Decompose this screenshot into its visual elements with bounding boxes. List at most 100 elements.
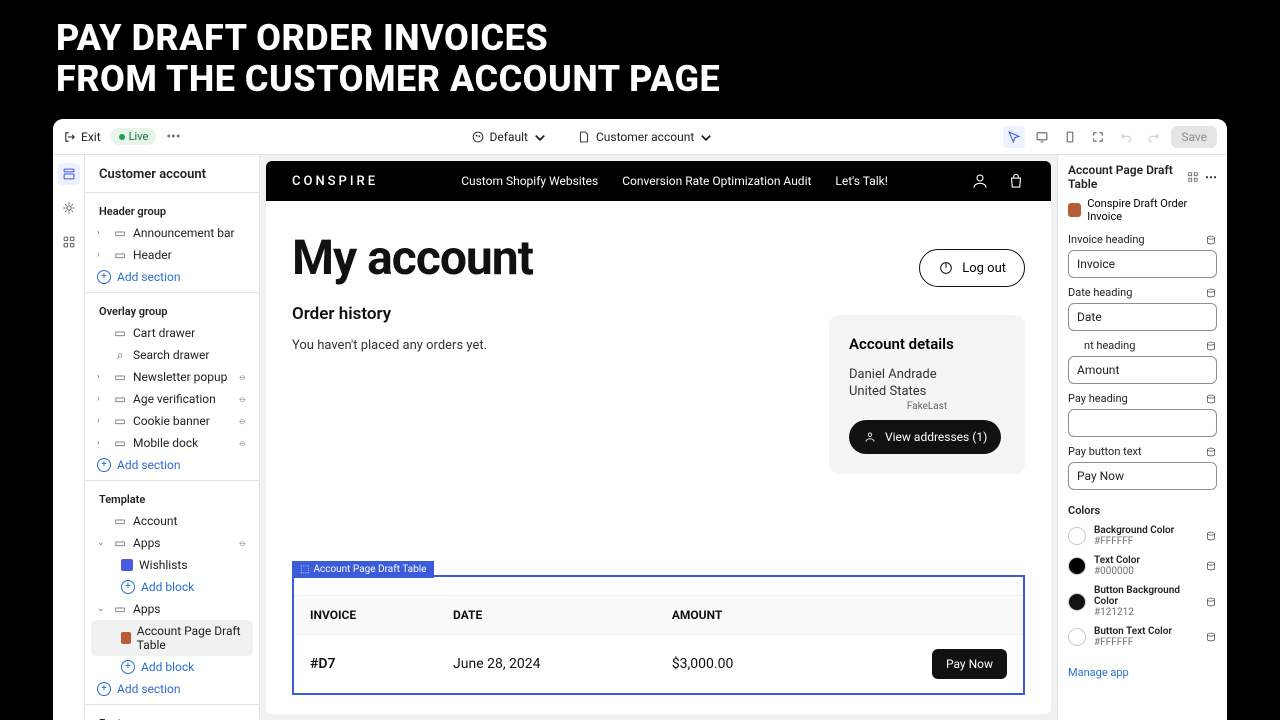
section-icon: ▭ xyxy=(113,248,127,262)
hero-line1: PAY DRAFT ORDER INVOICES xyxy=(56,18,720,59)
color-bg[interactable]: Background Color#FFFFFF xyxy=(1068,525,1217,547)
brand-logo[interactable]: CONSPIRE xyxy=(292,174,378,189)
dynamic-source-icon[interactable] xyxy=(1205,631,1217,643)
item-account[interactable]: ›▭Account xyxy=(91,510,253,532)
item-label: Header xyxy=(133,248,172,262)
pay-heading-input[interactable] xyxy=(1068,409,1217,437)
date-heading-label: Date heading xyxy=(1068,286,1217,299)
hero-line2: FROM THE CUSTOMER ACCOUNT PAGE xyxy=(56,59,720,100)
swatch-icon xyxy=(1068,527,1086,545)
exit-icon xyxy=(63,130,77,144)
app-block-icon xyxy=(121,559,133,571)
app-badge[interactable]: Conspire Draft Order Invoice xyxy=(1068,197,1217,223)
block-selection-tag[interactable]: ⬚ Account Page Draft Table xyxy=(292,561,434,578)
add-label: Add block xyxy=(141,580,194,594)
item-cart-drawer[interactable]: ›▭Cart drawer xyxy=(91,322,253,344)
grid-icon[interactable] xyxy=(1187,171,1199,183)
add-label: Add section xyxy=(117,458,181,472)
date-heading-input[interactable] xyxy=(1068,303,1217,331)
dynamic-source-icon[interactable] xyxy=(1205,287,1217,299)
customer-name: Daniel Andrade xyxy=(849,367,1005,382)
pay-button-input[interactable] xyxy=(1068,462,1217,490)
color-text[interactable]: Text Color#000000 xyxy=(1068,555,1217,577)
hidden-icon: ⦵ xyxy=(238,392,247,406)
chevron-down-icon xyxy=(699,130,713,144)
more-button[interactable]: ••• xyxy=(166,129,180,145)
add-block-2[interactable]: +Add block xyxy=(91,656,253,678)
color-btn-bg[interactable]: Button Background Color#121212 xyxy=(1068,585,1217,618)
table-row: #D7 June 28, 2024 $3,000.00 Pay Now xyxy=(294,635,1023,694)
color-btn-text[interactable]: Button Text Color#FFFFFF xyxy=(1068,626,1217,648)
nav-link[interactable]: Let's Talk! xyxy=(835,174,887,188)
item-newsletter[interactable]: ›▭Newsletter popup⦵ xyxy=(91,366,253,388)
section-icon: ▭ xyxy=(113,414,127,428)
customer-country: United States xyxy=(849,384,1005,399)
color-name: Text Color xyxy=(1094,555,1197,566)
mobile-view[interactable] xyxy=(1059,126,1081,148)
dynamic-source-icon[interactable] xyxy=(1205,234,1217,246)
hidden-icon: ⦵ xyxy=(238,370,247,384)
invoice-heading-input[interactable] xyxy=(1068,250,1217,278)
item-announcement-bar[interactable]: ›▭Announcement bar xyxy=(91,222,253,244)
bag-icon[interactable] xyxy=(1007,172,1025,190)
nav-link[interactable]: Conversion Rate Optimization Audit xyxy=(622,174,811,188)
hero-heading: PAY DRAFT ORDER INVOICES FROM THE CUSTOM… xyxy=(56,18,720,101)
logout-label: Log out xyxy=(962,261,1006,276)
add-section-overlay[interactable]: +Add section xyxy=(91,454,253,476)
color-hex: #FFFFFF xyxy=(1094,536,1197,547)
item-label: Account Page Draft Table xyxy=(137,624,247,652)
item-age-verification[interactable]: ›▭Age verification⦵ xyxy=(91,388,253,410)
dynamic-source-icon[interactable] xyxy=(1205,530,1217,542)
item-apps-1[interactable]: ⌄▭Apps⦵ xyxy=(91,532,253,554)
header-group-label: Header group xyxy=(91,197,253,222)
hidden-icon: ⦵ xyxy=(238,536,247,550)
draft-order-table: INVOICE DATE AMOUNT #D7 June 28, 2024 $3… xyxy=(292,575,1025,695)
dynamic-source-icon[interactable] xyxy=(1205,560,1217,572)
live-label: Live xyxy=(129,130,149,143)
manage-app-link[interactable]: Manage app xyxy=(1068,666,1129,679)
section-icon: ▭ xyxy=(113,602,127,616)
logout-button[interactable]: Log out xyxy=(919,249,1025,287)
add-section-template[interactable]: +Add section xyxy=(91,678,253,700)
fullscreen-view[interactable] xyxy=(1087,126,1109,148)
topbar-right: Save xyxy=(1003,126,1217,148)
dynamic-source-icon[interactable] xyxy=(1205,446,1217,458)
add-section-header[interactable]: +Add section xyxy=(91,266,253,288)
page-icon xyxy=(577,130,591,144)
section-icon: ▭ xyxy=(113,436,127,450)
item-apps-2[interactable]: ⌄▭Apps xyxy=(91,598,253,620)
item-header[interactable]: ›▭Header xyxy=(91,244,253,266)
nav-link[interactable]: Custom Shopify Websites xyxy=(461,174,598,188)
inspector-toggle[interactable] xyxy=(1003,126,1025,148)
swatch-icon xyxy=(1068,557,1086,575)
settings-rail[interactable] xyxy=(58,197,80,219)
template-dropdown[interactable]: Customer account xyxy=(577,130,713,144)
item-account-page-draft-table[interactable]: Account Page Draft Table xyxy=(91,620,253,656)
cart-icon: ▭ xyxy=(113,326,127,340)
style-dropdown[interactable]: Default xyxy=(471,130,547,144)
section-icon: ▭ xyxy=(113,392,127,406)
desktop-view[interactable] xyxy=(1031,126,1053,148)
undo-button[interactable] xyxy=(1115,126,1137,148)
dynamic-source-icon[interactable] xyxy=(1205,393,1217,405)
sections-rail[interactable] xyxy=(58,163,80,185)
item-cookie-banner[interactable]: ›▭Cookie banner⦵ xyxy=(91,410,253,432)
nav-rail xyxy=(53,155,85,720)
more-icon[interactable]: ⋯ xyxy=(1205,170,1217,184)
user-icon[interactable] xyxy=(971,172,989,190)
pay-now-button[interactable]: Pay Now xyxy=(932,649,1007,679)
rp-title-row: Account Page Draft Table ⋯ xyxy=(1068,163,1217,191)
editor-body: Customer account Header group ›▭Announce… xyxy=(53,155,1227,720)
exit-button[interactable]: Exit xyxy=(63,130,101,144)
apps-rail[interactable] xyxy=(58,231,80,253)
item-search-drawer[interactable]: ›⌕Search drawer xyxy=(91,344,253,366)
dynamic-source-icon[interactable] xyxy=(1205,340,1217,352)
item-mobile-dock[interactable]: ›▭Mobile dock⦵ xyxy=(91,432,253,454)
dynamic-source-icon[interactable] xyxy=(1205,596,1217,608)
item-wishlists[interactable]: Wishlists xyxy=(91,554,253,576)
item-label: Search drawer xyxy=(133,348,209,362)
view-addresses-button[interactable]: View addresses (1) xyxy=(849,420,1001,454)
amount-heading-input[interactable] xyxy=(1068,356,1217,384)
add-block-1[interactable]: +Add block xyxy=(91,576,253,598)
redo-button[interactable] xyxy=(1143,126,1165,148)
